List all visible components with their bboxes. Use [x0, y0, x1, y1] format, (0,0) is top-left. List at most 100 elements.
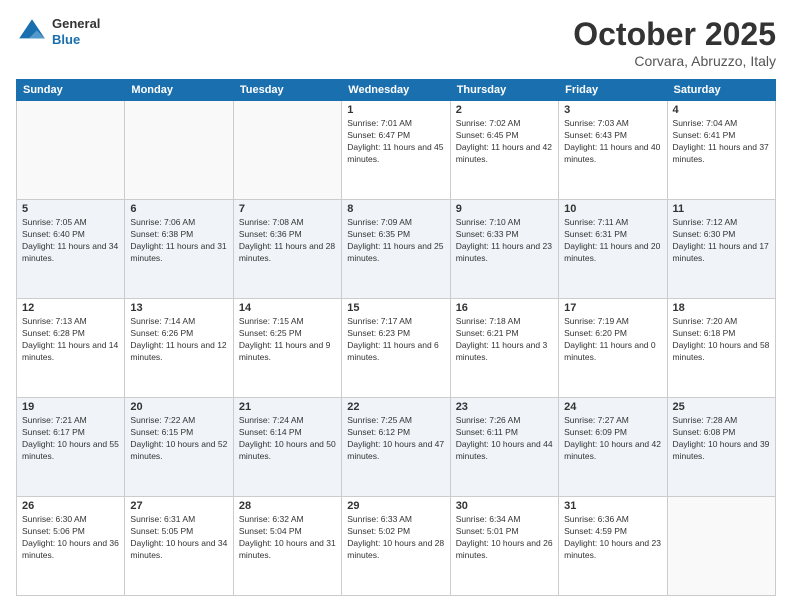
calendar-day-cell: 10 Sunrise: 7:11 AMSunset: 6:31 PMDayligh…: [559, 200, 667, 299]
day-info: Sunrise: 7:18 AMSunset: 6:21 PMDaylight:…: [456, 316, 553, 364]
day-number: 8: [347, 203, 444, 215]
day-info: Sunrise: 6:30 AMSunset: 5:06 PMDaylight:…: [22, 514, 119, 562]
day-number: 25: [673, 401, 770, 413]
day-number: 3: [564, 104, 661, 116]
calendar-header-wednesday: Wednesday: [342, 80, 450, 101]
logo: General Blue: [16, 16, 100, 48]
calendar-day-cell: 26 Sunrise: 6:30 AMSunset: 5:06 PMDayligh…: [17, 497, 125, 596]
day-number: 22: [347, 401, 444, 413]
day-number: 29: [347, 500, 444, 512]
calendar-day-cell: 12 Sunrise: 7:13 AMSunset: 6:28 PMDayligh…: [17, 299, 125, 398]
day-info: Sunrise: 7:26 AMSunset: 6:11 PMDaylight:…: [456, 415, 553, 463]
calendar-day-cell: 30 Sunrise: 6:34 AMSunset: 5:01 PMDayligh…: [450, 497, 558, 596]
calendar-day-cell: 8 Sunrise: 7:09 AMSunset: 6:35 PMDaylight…: [342, 200, 450, 299]
calendar-day-cell: 2Sunrise: 7:02 AMSunset: 6:45 PMDaylight…: [450, 101, 558, 200]
calendar-day-cell: 5Sunrise: 7:05 AMSunset: 6:40 PMDaylight…: [17, 200, 125, 299]
calendar-day-cell: 13 Sunrise: 7:14 AMSunset: 6:26 PMDayligh…: [125, 299, 233, 398]
logo-icon: [16, 16, 48, 48]
calendar-day-cell: [667, 497, 775, 596]
day-number: 26: [22, 500, 119, 512]
day-info: Sunrise: 7:21 AMSunset: 6:17 PMDaylight:…: [22, 415, 119, 463]
calendar-day-cell: 23Sunrise: 7:26 AMSunset: 6:11 PMDayligh…: [450, 398, 558, 497]
day-info: Sunrise: 6:36 AMSunset: 4:59 PMDaylight:…: [564, 514, 661, 562]
logo-general-label: General: [52, 16, 100, 32]
day-info: Sunrise: 7:01 AMSunset: 6:47 PMDaylight:…: [347, 118, 444, 166]
day-number: 21: [239, 401, 336, 413]
day-info: Sunrise: 7:19 AMSunset: 6:20 PMDaylight:…: [564, 316, 661, 364]
calendar-header-row: SundayMondayTuesdayWednesdayThursdayFrid…: [17, 80, 776, 101]
day-info: Sunrise: 7:05 AMSunset: 6:40 PMDaylight:…: [22, 217, 119, 265]
day-info: Sunrise: 6:32 AMSunset: 5:04 PMDaylight:…: [239, 514, 336, 562]
day-info: Sunrise: 7:10 AMSunset: 6:33 PMDaylight:…: [456, 217, 553, 265]
calendar-day-cell: 15 Sunrise: 7:17 AMSunset: 6:23 PMDayligh…: [342, 299, 450, 398]
calendar-week-row: 1 Sunrise: 7:01 AMSunset: 6:47 PMDaylight…: [17, 101, 776, 200]
calendar-day-cell: 1 Sunrise: 7:01 AMSunset: 6:47 PMDaylight…: [342, 101, 450, 200]
title-block: October 2025 Corvara, Abruzzo, Italy: [573, 16, 776, 69]
day-number: 12: [22, 302, 119, 314]
day-number: 18: [673, 302, 770, 314]
calendar-day-cell: 28 Sunrise: 6:32 AMSunset: 5:04 PMDayligh…: [233, 497, 341, 596]
day-number: 17: [564, 302, 661, 314]
day-info: Sunrise: 7:25 AMSunset: 6:12 PMDaylight:…: [347, 415, 444, 463]
day-number: 10: [564, 203, 661, 215]
calendar-day-cell: 22 Sunrise: 7:25 AMSunset: 6:12 PMDayligh…: [342, 398, 450, 497]
day-number: 31: [564, 500, 661, 512]
day-number: 4: [673, 104, 770, 116]
page: General Blue October 2025 Corvara, Abruz…: [0, 0, 792, 612]
calendar-day-cell: 20 Sunrise: 7:22 AMSunset: 6:15 PMDayligh…: [125, 398, 233, 497]
day-number: 20: [130, 401, 227, 413]
calendar-table: SundayMondayTuesdayWednesdayThursdayFrid…: [16, 79, 776, 596]
calendar-day-cell: 9 Sunrise: 7:10 AMSunset: 6:33 PMDaylight…: [450, 200, 558, 299]
day-number: 9: [456, 203, 553, 215]
calendar-day-cell: [17, 101, 125, 200]
day-number: 1: [347, 104, 444, 116]
calendar-day-cell: 6Sunrise: 7:06 AMSunset: 6:38 PMDaylight…: [125, 200, 233, 299]
day-number: 19: [22, 401, 119, 413]
day-info: Sunrise: 7:24 AMSunset: 6:14 PMDaylight:…: [239, 415, 336, 463]
calendar-header-friday: Friday: [559, 80, 667, 101]
day-info: Sunrise: 6:31 AMSunset: 5:05 PMDaylight:…: [130, 514, 227, 562]
calendar-day-cell: 29 Sunrise: 6:33 AMSunset: 5:02 PMDayligh…: [342, 497, 450, 596]
day-info: Sunrise: 7:17 AMSunset: 6:23 PMDaylight:…: [347, 316, 444, 364]
day-info: Sunrise: 7:08 AMSunset: 6:36 PMDaylight:…: [239, 217, 336, 265]
calendar-day-cell: 3Sunrise: 7:03 AMSunset: 6:43 PMDaylight…: [559, 101, 667, 200]
calendar-day-cell: 19 Sunrise: 7:21 AMSunset: 6:17 PMDayligh…: [17, 398, 125, 497]
calendar-day-cell: [233, 101, 341, 200]
day-number: 27: [130, 500, 227, 512]
day-number: 30: [456, 500, 553, 512]
day-info: Sunrise: 7:13 AMSunset: 6:28 PMDaylight:…: [22, 316, 119, 364]
day-info: Sunrise: 7:04 AMSunset: 6:41 PMDaylight:…: [673, 118, 770, 166]
day-info: Sunrise: 7:12 AMSunset: 6:30 PMDaylight:…: [673, 217, 770, 265]
day-number: 13: [130, 302, 227, 314]
day-info: Sunrise: 7:09 AMSunset: 6:35 PMDaylight:…: [347, 217, 444, 265]
day-number: 28: [239, 500, 336, 512]
calendar-header-thursday: Thursday: [450, 80, 558, 101]
day-number: 15: [347, 302, 444, 314]
day-info: Sunrise: 7:20 AMSunset: 6:18 PMDaylight:…: [673, 316, 770, 364]
day-info: Sunrise: 6:34 AMSunset: 5:01 PMDaylight:…: [456, 514, 553, 562]
day-info: Sunrise: 7:14 AMSunset: 6:26 PMDaylight:…: [130, 316, 227, 364]
calendar-day-cell: 21 Sunrise: 7:24 AMSunset: 6:14 PMDayligh…: [233, 398, 341, 497]
calendar-week-row: 12 Sunrise: 7:13 AMSunset: 6:28 PMDayligh…: [17, 299, 776, 398]
day-number: 16: [456, 302, 553, 314]
header: General Blue October 2025 Corvara, Abruz…: [16, 16, 776, 69]
calendar-day-cell: [125, 101, 233, 200]
day-info: Sunrise: 7:11 AMSunset: 6:31 PMDaylight:…: [564, 217, 661, 265]
logo-blue-label: Blue: [52, 32, 100, 48]
calendar-header-monday: Monday: [125, 80, 233, 101]
calendar-day-cell: 25Sunrise: 7:28 AMSunset: 6:08 PMDayligh…: [667, 398, 775, 497]
month-title: October 2025: [573, 16, 776, 53]
logo-text: General Blue: [52, 16, 100, 47]
calendar-day-cell: 16 Sunrise: 7:18 AMSunset: 6:21 PMDayligh…: [450, 299, 558, 398]
day-info: Sunrise: 6:33 AMSunset: 5:02 PMDaylight:…: [347, 514, 444, 562]
calendar-day-cell: 24Sunrise: 7:27 AMSunset: 6:09 PMDayligh…: [559, 398, 667, 497]
calendar-day-cell: 4 Sunrise: 7:04 AMSunset: 6:41 PMDaylight…: [667, 101, 775, 200]
calendar-week-row: 26 Sunrise: 6:30 AMSunset: 5:06 PMDayligh…: [17, 497, 776, 596]
location: Corvara, Abruzzo, Italy: [573, 53, 776, 69]
calendar-day-cell: 31 Sunrise: 6:36 AMSunset: 4:59 PMDayligh…: [559, 497, 667, 596]
day-info: Sunrise: 7:22 AMSunset: 6:15 PMDaylight:…: [130, 415, 227, 463]
day-number: 24: [564, 401, 661, 413]
calendar-day-cell: 7 Sunrise: 7:08 AMSunset: 6:36 PMDaylight…: [233, 200, 341, 299]
day-number: 7: [239, 203, 336, 215]
day-info: Sunrise: 7:15 AMSunset: 6:25 PMDaylight:…: [239, 316, 336, 364]
